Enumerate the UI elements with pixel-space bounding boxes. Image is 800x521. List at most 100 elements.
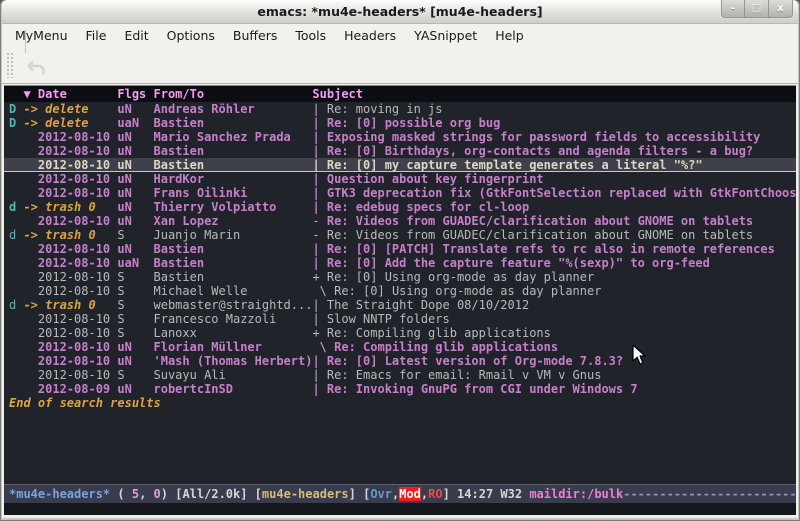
row-thread-separator: | xyxy=(312,312,326,326)
row-from: robertcInSD xyxy=(154,382,313,396)
menu-help[interactable]: Help xyxy=(486,25,533,46)
header-row[interactable]: 2012-08-10 uaN Bastien | Re: [0] Add the… xyxy=(4,256,796,270)
header-row[interactable]: d -> trash 0 S webmaster@straightd...| T… xyxy=(4,298,796,312)
header-row[interactable]: 2012-08-10 uN Bastien | Re: [0] [PATCH] … xyxy=(4,242,796,256)
row-thread-separator: | xyxy=(312,172,326,186)
row-mark xyxy=(9,270,23,284)
row-flags: uN xyxy=(117,354,153,368)
menu-bar: MyMenuFileEditOptionsBuffersToolsHeaders… xyxy=(2,24,798,47)
row-from: Mario Sanchez Prada xyxy=(154,130,313,144)
row-mark xyxy=(9,284,23,298)
tool-bar xyxy=(2,47,798,84)
row-subject: Re: [0] Add the capture feature "%(sexp)… xyxy=(327,256,710,270)
row-mark: D xyxy=(9,116,23,130)
modeline-segment: 5 xyxy=(132,487,139,501)
row-subject: Re: moving in js xyxy=(327,102,443,116)
header-row[interactable]: d -> trash 0 uN Thierry Volpiatto | Re: … xyxy=(4,200,796,214)
row-from: Andreas Röhler xyxy=(154,102,313,116)
column-header-line[interactable]: ▼ Date Flgs From/To Subject xyxy=(4,86,796,102)
row-flags: S xyxy=(117,312,153,326)
menu-edit[interactable]: Edit xyxy=(115,25,157,46)
header-row[interactable]: 2012-08-10 S Suvayu Ali | Re: Emacs for … xyxy=(4,368,796,382)
header-row[interactable]: 2012-08-10 uN Frans Oilinki | GTK3 depre… xyxy=(4,186,796,200)
row-thread-separator: | xyxy=(312,186,326,200)
row-subject: Question about key fingerprint xyxy=(327,172,544,186)
row-from: Michael Welle xyxy=(154,284,313,298)
row-flags: uN xyxy=(117,242,153,256)
modeline-segment: ] 14:27 W32 xyxy=(443,487,530,501)
header-row[interactable]: 2012-08-10 S Bastien + Re: [0] Using org… xyxy=(4,270,796,284)
row-from: Lanoxx xyxy=(154,326,313,340)
row-from: 'Mash (Thomas Herbert) xyxy=(154,354,313,368)
header-row[interactable]: 2012-08-10 uN 'Mash (Thomas Herbert)| Re… xyxy=(4,354,796,368)
toolbar-grip[interactable] xyxy=(6,52,14,78)
menu-file[interactable]: File xyxy=(77,25,116,46)
header-row[interactable]: 2012-08-10 S Michael Welle \ Re: [0] Usi… xyxy=(4,284,796,298)
row-subject: GTK3 deprecation fix (GtkFontSelection r… xyxy=(327,186,796,200)
header-row[interactable]: 2012-08-10 uN Bastien | Re: [0] my captu… xyxy=(4,158,796,172)
header-row[interactable]: D -> delete uaN Bastien | Re: [0] possib… xyxy=(4,116,796,130)
header-row[interactable]: 2012-08-10 S Francesco Mazzoli | Slow NN… xyxy=(4,312,796,326)
row-flags: uN xyxy=(117,186,153,200)
row-subject: Re: Compiling glib applications xyxy=(327,326,551,340)
row-flags: uaN xyxy=(117,256,153,270)
row-thread-separator: | xyxy=(312,368,326,382)
close-button[interactable]: x xyxy=(769,0,793,18)
row-date: 2012-08-10 xyxy=(23,256,117,270)
menu-buffers[interactable]: Buffers xyxy=(224,25,286,46)
header-row[interactable]: 2012-08-10 uN Florian Müllner \ Re: Comp… xyxy=(4,340,796,354)
row-thread-separator: | xyxy=(312,200,326,214)
row-date: 2012-08-10 xyxy=(23,368,117,382)
row-flags: uN xyxy=(117,130,153,144)
row-thread-separator: | xyxy=(312,158,326,172)
row-flags: uN xyxy=(117,172,153,186)
modeline-segment: mu4e-headers xyxy=(262,487,349,501)
row-mark xyxy=(9,256,23,270)
modeline-segment: Ovr xyxy=(370,487,392,501)
header-row[interactable]: 2012-08-10 uN HardKor | Question about k… xyxy=(4,172,796,186)
row-date: 2012-08-10 xyxy=(23,214,117,228)
row-flags: S xyxy=(117,270,153,284)
modeline-segment: ) [All/2.0k] [ xyxy=(161,487,262,501)
header-row[interactable]: D -> delete uN Andreas Röhler | Re: movi… xyxy=(4,102,796,116)
header-row[interactable]: 2012-08-09 uN robertcInSD | Re: Invoking… xyxy=(4,382,796,396)
row-mark xyxy=(9,172,23,186)
row-thread-separator: \ xyxy=(312,340,334,354)
row-subject: Re: Invoking GnuPG from CGI under Window… xyxy=(327,382,638,396)
modeline-segment: *mu4e-headers* xyxy=(9,487,110,501)
row-action: -> delete xyxy=(23,116,117,130)
row-mark xyxy=(9,326,23,340)
row-mark xyxy=(9,354,23,368)
maximize-button[interactable]: □ xyxy=(745,0,769,18)
emacs-window: emacs: *mu4e-headers* [mu4e-headers] -□x… xyxy=(0,0,800,521)
row-date: 2012-08-10 xyxy=(23,172,117,186)
row-thread-separator: | xyxy=(312,102,326,116)
minimize-button[interactable]: - xyxy=(721,0,745,18)
row-from: Bastien xyxy=(154,158,313,172)
mu4e-headers-buffer: ▼ Date Flgs From/To Subject D -> delete … xyxy=(4,85,796,515)
row-from: Bastien xyxy=(154,116,313,130)
header-row[interactable]: 2012-08-10 uN Bastien | Re: [0] Birthday… xyxy=(4,144,796,158)
row-from: Suvayu Ali xyxy=(154,368,313,382)
row-thread-separator: | xyxy=(312,242,326,256)
mode-line: *mu4e-headers* ( 5, 0) [All/2.0k] [mu4e-… xyxy=(4,484,796,503)
header-row[interactable]: 2012-08-10 S Lanoxx + Re: Compiling glib… xyxy=(4,326,796,340)
window-buttons: -□x xyxy=(721,0,793,18)
header-row[interactable]: 2012-08-10 uN Xan Lopez - Re: Videos fro… xyxy=(4,214,796,228)
row-from: Frans Oilinki xyxy=(154,186,313,200)
header-row[interactable]: d -> trash 0 S Juanjo Marin - Re: Videos… xyxy=(4,228,796,242)
menu-options[interactable]: Options xyxy=(158,25,224,46)
row-thread-separator: + xyxy=(312,326,326,340)
menu-headers[interactable]: Headers xyxy=(335,25,405,46)
row-from: Xan Lopez xyxy=(154,214,313,228)
row-thread-separator: \ xyxy=(312,284,334,298)
menu-tools[interactable]: Tools xyxy=(286,25,335,46)
title-bar[interactable]: emacs: *mu4e-headers* [mu4e-headers] -□x xyxy=(2,0,798,24)
menu-yasnippet[interactable]: YASnippet xyxy=(405,25,486,46)
header-row[interactable]: 2012-08-10 uN Mario Sanchez Prada | Expo… xyxy=(4,130,796,144)
row-date: 2012-08-10 xyxy=(23,158,117,172)
row-thread-separator: | xyxy=(312,130,326,144)
row-date: 2012-08-10 xyxy=(23,354,117,368)
window-title: emacs: *mu4e-headers* [mu4e-headers] xyxy=(2,0,798,24)
row-from: Florian Müllner xyxy=(154,340,313,354)
